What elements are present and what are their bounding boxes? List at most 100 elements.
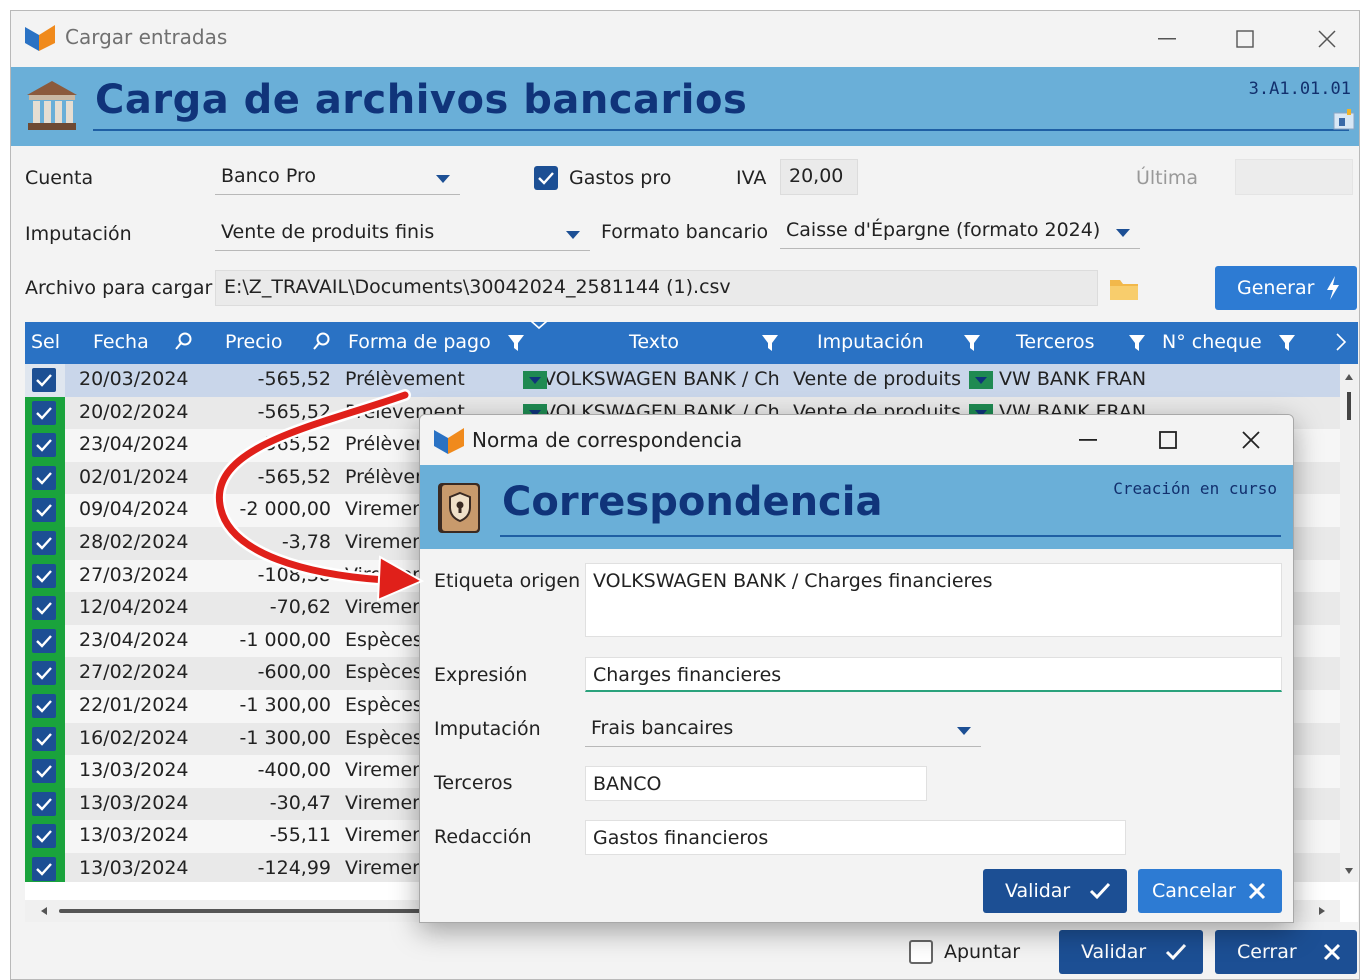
- row-select-cell[interactable]: [25, 364, 65, 397]
- generar-button[interactable]: Generar: [1215, 266, 1357, 310]
- row-checkbox[interactable]: [32, 596, 56, 621]
- chevron-down-icon: [436, 175, 450, 183]
- chevron-down-icon[interactable]: [969, 371, 993, 389]
- column-header-forma-pago[interactable]: Forma de pago: [348, 331, 491, 353]
- folder-icon[interactable]: [1109, 275, 1139, 301]
- expresion-label: Expresión: [434, 664, 528, 686]
- chevron-down-icon[interactable]: [523, 371, 547, 389]
- row-checkbox[interactable]: [32, 628, 56, 653]
- redaccion-input[interactable]: Gastos financieros: [585, 820, 1126, 855]
- ultima-input[interactable]: [1235, 159, 1353, 195]
- row-checkbox[interactable]: [32, 856, 56, 881]
- filter-icon[interactable]: [507, 334, 525, 352]
- row-checkbox[interactable]: [32, 693, 56, 718]
- column-header-imputacion[interactable]: Imputación: [817, 331, 924, 353]
- row-checkbox[interactable]: [32, 400, 56, 425]
- page-title: Carga de archivos bancarios: [95, 77, 748, 123]
- row-checkbox[interactable]: [32, 368, 56, 392]
- imputacion-select[interactable]: Frais bancaires: [585, 711, 981, 747]
- cell-fecha: 02/01/2024: [79, 465, 189, 488]
- row-checkbox[interactable]: [32, 824, 56, 849]
- row-checkbox[interactable]: [32, 433, 56, 458]
- row-select-cell[interactable]: [25, 624, 65, 658]
- row-select-cell[interactable]: [25, 396, 65, 430]
- column-header-fecha[interactable]: Fecha: [93, 331, 149, 353]
- cerrar-button[interactable]: Cerrar: [1215, 930, 1357, 974]
- apuntar-checkbox[interactable]: [909, 940, 933, 964]
- vertical-scrollbar[interactable]: [1340, 364, 1358, 882]
- chevron-down-icon: [1116, 229, 1130, 237]
- row-checkbox[interactable]: [32, 726, 56, 751]
- row-select-cell[interactable]: [25, 787, 65, 821]
- row-select-cell[interactable]: [25, 722, 65, 756]
- row-select-cell[interactable]: [25, 657, 65, 690]
- title-bar: Cargar entradas: [11, 11, 1359, 67]
- dialog-validar-button[interactable]: Validar: [983, 869, 1127, 913]
- column-header-precio[interactable]: Precio: [225, 331, 283, 353]
- row-select-cell[interactable]: [25, 755, 65, 788]
- cell-precio: -1 300,00: [239, 693, 331, 716]
- search-icon[interactable]: [175, 332, 193, 350]
- row-checkbox[interactable]: [32, 530, 56, 555]
- cell-fecha: 12/04/2024: [79, 596, 189, 619]
- row-select-cell[interactable]: [25, 852, 65, 882]
- etiqueta-input[interactable]: VOLKSWAGEN BANK / Charges financieres: [585, 563, 1282, 637]
- minimize-icon[interactable]: [1147, 19, 1187, 59]
- filter-icon[interactable]: [1278, 334, 1296, 352]
- dialog-header-underline: [500, 535, 1281, 537]
- row-checkbox[interactable]: [32, 465, 56, 490]
- cell-precio: -1 000,00: [239, 628, 331, 651]
- column-header-sel[interactable]: Sel: [31, 331, 60, 353]
- filter-icon[interactable]: [1128, 334, 1146, 352]
- imputacion-label: Imputación: [434, 718, 541, 740]
- row-checkbox[interactable]: [32, 661, 56, 686]
- row-checkbox[interactable]: [32, 759, 56, 784]
- row-select-cell[interactable]: [25, 592, 65, 625]
- lightning-icon: [1325, 276, 1341, 300]
- row-select-cell[interactable]: [25, 429, 65, 462]
- imputacion-select[interactable]: Vente de produits finis: [215, 215, 590, 251]
- row-select-cell[interactable]: [25, 689, 65, 723]
- expresion-input[interactable]: Charges financieres: [585, 657, 1282, 692]
- cell-fecha: 20/02/2024: [79, 400, 189, 423]
- column-header-terceros[interactable]: Terceros: [1016, 331, 1095, 353]
- maximize-icon[interactable]: [1148, 420, 1188, 460]
- dialog-title: Norma de correspondencia: [472, 428, 743, 452]
- status-label: Creación en curso: [1113, 479, 1277, 498]
- cancelar-label: Cancelar: [1152, 880, 1236, 902]
- terceros-input[interactable]: BANCO: [585, 766, 927, 801]
- row-checkbox[interactable]: [32, 791, 56, 816]
- cell-fecha: 23/04/2024: [79, 628, 189, 651]
- terceros-label: Terceros: [434, 772, 513, 794]
- maximize-icon[interactable]: [1225, 19, 1265, 59]
- apuntar-label: Apuntar: [944, 941, 1021, 963]
- search-icon[interactable]: [313, 332, 331, 350]
- filter-icon[interactable]: [761, 334, 779, 352]
- row-select-cell[interactable]: [25, 526, 65, 560]
- cell-precio: -55,11: [269, 824, 331, 847]
- cuenta-select[interactable]: Banco Pro: [215, 159, 460, 195]
- ultima-label: Última: [1136, 167, 1199, 189]
- archivo-input[interactable]: E:\Z_TRAVAIL\Documents\30042024_2581144 …: [215, 270, 1098, 306]
- gastos-pro-checkbox[interactable]: [534, 166, 558, 190]
- row-select-cell[interactable]: [25, 494, 65, 527]
- imputacion-label: Imputación: [25, 223, 132, 245]
- column-header-texto[interactable]: Texto: [629, 331, 679, 353]
- row-checkbox[interactable]: [32, 498, 56, 523]
- row-select-cell[interactable]: [25, 559, 65, 593]
- row-select-cell[interactable]: [25, 461, 65, 495]
- dialog-cancelar-button[interactable]: Cancelar: [1138, 869, 1282, 913]
- formato-select[interactable]: Caisse d'Épargne (formato 2024): [780, 213, 1140, 249]
- column-header-cheque[interactable]: N° cheque: [1162, 331, 1262, 353]
- close-icon[interactable]: [1231, 420, 1271, 460]
- row-checkbox[interactable]: [32, 563, 56, 588]
- close-icon[interactable]: [1307, 19, 1347, 59]
- chevron-right-icon[interactable]: [1335, 332, 1347, 352]
- help-icon[interactable]: [1333, 109, 1355, 131]
- filter-icon[interactable]: [963, 334, 981, 352]
- iva-input[interactable]: 20,00: [780, 159, 858, 195]
- formato-value: Caisse d'Épargne (formato 2024): [786, 219, 1101, 241]
- row-select-cell[interactable]: [25, 820, 65, 853]
- validar-button[interactable]: Validar: [1059, 930, 1203, 974]
- minimize-icon[interactable]: [1068, 420, 1108, 460]
